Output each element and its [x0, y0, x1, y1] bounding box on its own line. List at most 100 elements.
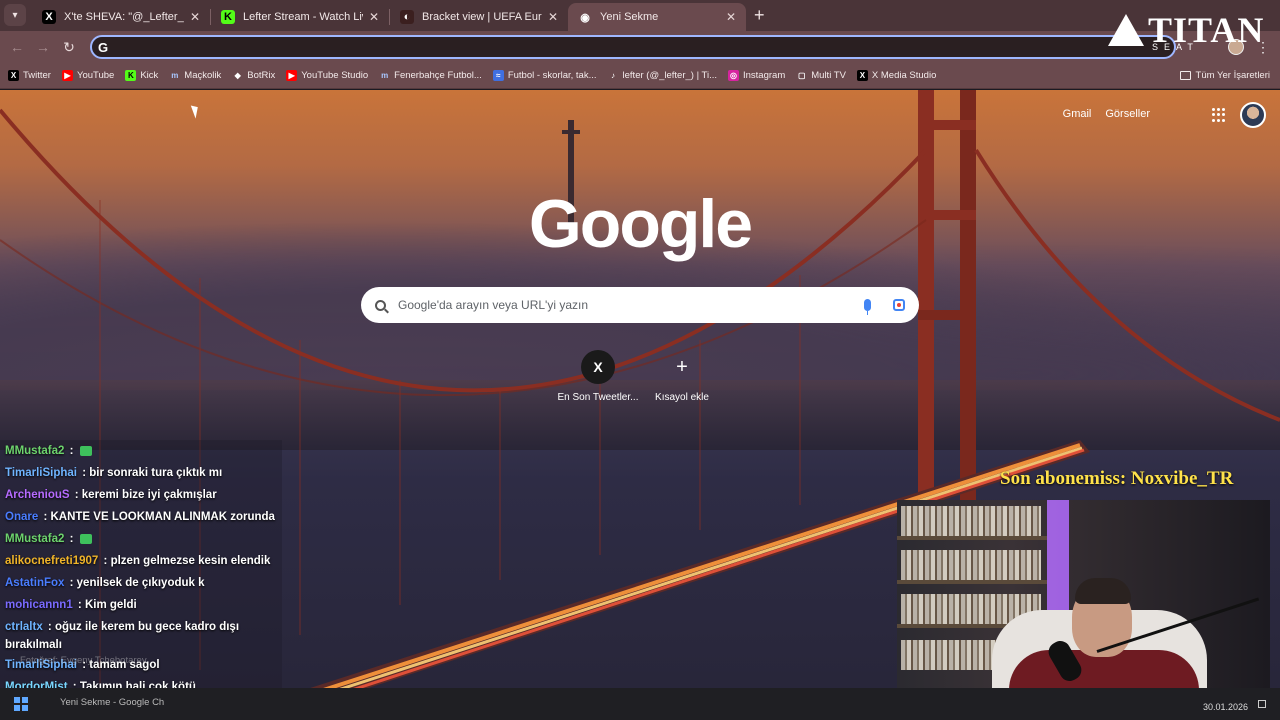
ntp-top-links: Gmail Görseller — [1063, 108, 1150, 120]
search-icon — [375, 299, 386, 311]
chat-text: bir sonraki tura çıktık mı — [89, 467, 223, 479]
kick-icon: K — [221, 10, 235, 24]
chat-text: KANTE VE LOOKMAN ALINMAK zorunda — [50, 511, 275, 523]
bookmark-label: YouTube Studio — [301, 70, 369, 81]
bookmark-favicon-icon: X — [8, 70, 19, 81]
titan-triangle-icon — [1108, 14, 1144, 46]
chat-text: plzen gelmezse kesin elendik — [110, 555, 271, 567]
bookmark-label: lefter (@_lefter_) | Ti... — [622, 70, 717, 81]
add-shortcut-button[interactable]: + Kısayol ekle — [637, 350, 727, 404]
tab[interactable]: X X'te SHEVA: "@_Lefter_ 3 lü oyn ✕ — [32, 3, 210, 31]
shortcut-label: En Son Tweetler... — [557, 392, 639, 403]
bookshelf — [897, 536, 1047, 540]
close-icon[interactable]: ✕ — [369, 10, 379, 24]
taskbar-app-chrome[interactable]: Yeni Sekme - Google Ch — [60, 697, 164, 708]
chat-username: TimarliSiphai — [5, 467, 78, 479]
close-icon[interactable]: ✕ — [190, 10, 200, 24]
bookmark-label: X Media Studio — [871, 70, 937, 81]
all-bookmarks-button[interactable]: Tüm Yer İşaretleri — [1179, 70, 1270, 81]
search-input[interactable] — [398, 298, 864, 312]
emote-icon — [79, 533, 92, 544]
chat-message: ArcheniouS : keremi bize iyi çakmışlar — [5, 489, 217, 501]
back-button[interactable]: ← — [4, 39, 30, 55]
system-date[interactable]: 30.01.2026 — [1203, 702, 1248, 712]
bookmark-label: Kick — [140, 70, 159, 81]
tab-title: Bracket view | UEFA Europa Lea — [422, 11, 542, 23]
bookmarks-bar: X Twitter ▶ YouTube K Kick m Maçkolik ◆ BotRix ▶ Yo… — [0, 63, 1280, 89]
wallpaper-credit: Fotoğraf: Evgeny Tchebotarev — [20, 655, 147, 666]
voice-search-icon[interactable] — [864, 299, 871, 315]
bookmark-favicon-icon: X — [856, 70, 868, 81]
chat-username: mohicannn1 — [5, 599, 73, 611]
bookmark-item[interactable]: X Twitter — [8, 70, 51, 81]
chat-username: MMustafa2 — [5, 533, 65, 545]
bookmark-item[interactable]: ▶ YouTube Studio — [286, 70, 368, 81]
bookmark-item[interactable]: ≈ Futbol - skorlar, tak... — [492, 70, 597, 81]
bookmark-favicon-icon: m — [171, 71, 179, 80]
tab-title: Lefter Stream - Watch Live on K — [243, 11, 363, 23]
reload-button[interactable]: ↻ — [56, 39, 82, 56]
chat-message: Onare : KANTE VE LOOKMAN ALINMAK zorunda — [5, 511, 275, 523]
x-icon: X — [42, 10, 56, 24]
close-icon[interactable]: ✕ — [548, 10, 558, 24]
chat-username: ctrlaltx — [5, 621, 43, 633]
google-lens-icon[interactable] — [893, 299, 905, 311]
plus-icon: + — [676, 355, 688, 378]
bookmark-item[interactable]: ◆ BotRix — [232, 70, 276, 81]
bookmark-item[interactable]: ♪ lefter (@_lefter_) | Ti... — [608, 70, 717, 81]
chat-message: MMustafa2 : — [5, 530, 280, 548]
bookshelf — [901, 550, 1041, 580]
chat-message: ctrlaltx : oğuz ile kerem bu gece kadro … — [5, 621, 240, 651]
bookmark-item[interactable]: m Maçkolik — [169, 70, 221, 81]
bookmark-favicon-icon: ▶ — [286, 70, 298, 81]
google-account-avatar[interactable] — [1240, 102, 1266, 128]
google-apps-icon[interactable] — [1212, 108, 1226, 122]
taskbar: Yeni Sekme - Google Ch 30.01.2026 — [0, 688, 1280, 720]
windows-start-icon[interactable] — [14, 697, 28, 711]
chat-username: alikocnefreti1907 — [5, 555, 99, 567]
chat-text: yenilsek de çıkıyoduk k — [76, 577, 205, 589]
search-box[interactable] — [361, 287, 919, 323]
tab[interactable]: ◐ Bracket view | UEFA Europa Lea ✕ — [390, 3, 568, 31]
bookmark-item[interactable]: ◎ Instagram — [728, 70, 785, 81]
bookmark-favicon-icon: m — [381, 71, 389, 80]
chat-message: AstatinFox : yenilsek de çıkıyoduk k — [5, 577, 205, 589]
shortcut-latest-tweets[interactable]: X En Son Tweetler... — [553, 350, 643, 403]
bookmark-label: Maçkolik — [184, 70, 222, 81]
bookmark-favicon-icon: K — [125, 70, 137, 81]
bookmark-item[interactable]: K Kick — [125, 70, 158, 81]
tab-title: X'te SHEVA: "@_Lefter_ 3 lü oyn — [64, 11, 184, 23]
bookmark-item[interactable]: m Fenerbahçe Futbol... — [379, 70, 482, 81]
bookmark-item[interactable]: ▢ Multi TV — [796, 70, 846, 81]
bookmark-favicon-icon: ▢ — [797, 71, 806, 80]
bookmark-favicon-icon: ≈ — [492, 70, 504, 81]
images-link[interactable]: Görseller — [1105, 108, 1150, 120]
notification-icon[interactable] — [1258, 700, 1266, 708]
toolbar: ← → ↻ G ⋮ — [0, 31, 1280, 63]
address-bar[interactable]: G — [90, 35, 1176, 59]
bookmark-favicon-icon: ♪ — [611, 71, 616, 80]
tab-bar: ▾ X X'te SHEVA: "@_Lefter_ 3 lü oyn ✕ K Left… — [0, 0, 1280, 31]
titan-subtext: SEAT — [1152, 42, 1199, 52]
bookmarks-list: X Twitter ▶ YouTube K Kick m Maçkolik ◆ BotRix ▶ Yo… — [8, 70, 947, 81]
chat-message: mohicannn1 : Kim geldi — [5, 599, 137, 611]
tab-title: Yeni Sekme — [600, 11, 659, 23]
tab[interactable]: ◉ Yeni Sekme ✕ — [568, 3, 746, 31]
purple-light — [1047, 500, 1069, 610]
tab-search-button[interactable]: ▾ — [4, 4, 26, 26]
new-tab-button[interactable]: + — [754, 5, 765, 26]
webcam-feed — [897, 500, 1270, 698]
gmail-link[interactable]: Gmail — [1063, 108, 1092, 120]
chat-username: ArcheniouS — [5, 489, 70, 501]
tab[interactable]: K Lefter Stream - Watch Live on K ✕ — [211, 3, 389, 31]
close-icon[interactable]: ✕ — [726, 10, 736, 24]
bookmark-label: YouTube — [76, 70, 115, 81]
bookmark-label: Twitter — [23, 70, 51, 81]
chat-username: AstatinFox — [5, 577, 65, 589]
bookmark-label: Instagram — [743, 70, 786, 81]
bookmark-item[interactable]: ▶ YouTube — [61, 70, 115, 81]
bookmark-item[interactable]: XX Media Studio — [856, 70, 937, 81]
bookmark-favicon-icon: ▶ — [61, 70, 73, 81]
forward-button[interactable]: → — [30, 39, 56, 55]
google-g-icon: G — [98, 39, 109, 55]
